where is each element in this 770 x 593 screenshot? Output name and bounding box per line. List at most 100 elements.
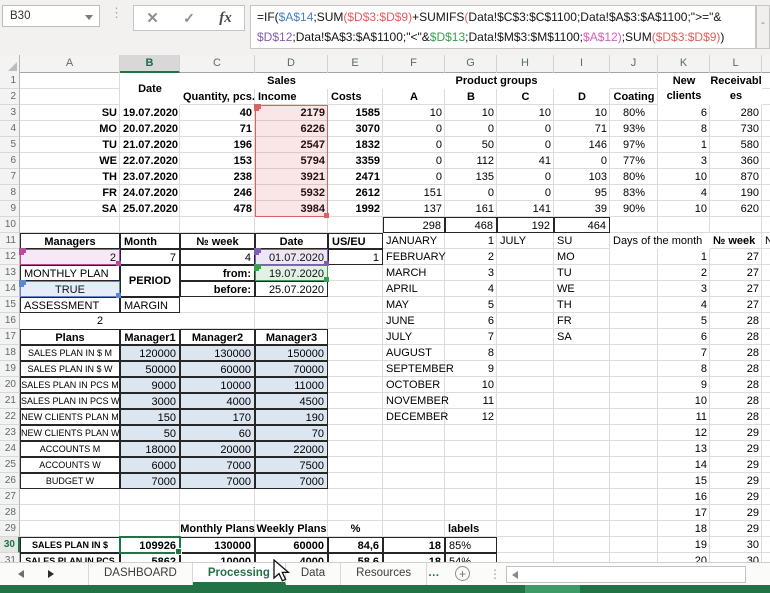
column-header-C[interactable]: C <box>180 55 255 73</box>
cell-L27[interactable]: 29 <box>710 489 762 505</box>
cell-A31[interactable]: SALES PLAN IN PCS <box>20 553 120 562</box>
cell-C12[interactable]: 4 <box>180 249 255 265</box>
cell-A8[interactable]: FR <box>20 185 120 201</box>
cell-J9[interactable]: 90% <box>610 201 658 217</box>
cell-L5[interactable]: 580 <box>710 137 762 153</box>
cell-E4[interactable]: 3070 <box>328 121 383 137</box>
tab-resources[interactable]: Resources <box>341 563 427 585</box>
cell-J2[interactable]: Coating <box>610 89 658 105</box>
cell-H8[interactable]: 0 <box>497 185 554 201</box>
cell-B18[interactable]: 120000 <box>120 345 180 361</box>
row-header-5[interactable]: 5 <box>0 137 20 153</box>
insert-function-icon[interactable]: fx <box>219 10 232 27</box>
cell-C1[interactable]: Sales <box>180 73 383 89</box>
cell-I6[interactable]: 0 <box>554 153 610 169</box>
row-header-23[interactable]: 23 <box>0 425 20 441</box>
cell-I8[interactable]: 95 <box>554 185 610 201</box>
cell-D17[interactable]: Manager3 <box>255 329 328 345</box>
cell-M11[interactable]: N <box>762 233 770 249</box>
more-sheets-label[interactable]: … <box>428 563 441 584</box>
cell-C24[interactable]: 20000 <box>180 441 255 457</box>
cell-B22[interactable]: 150 <box>120 409 180 425</box>
cell-C8[interactable]: 246 <box>180 185 255 201</box>
formula-bar-collapse-button[interactable]: ⌃ <box>756 5 770 49</box>
column-header-L[interactable]: L <box>710 55 762 73</box>
column-header-A[interactable]: A <box>20 55 120 73</box>
cell-C29[interactable]: Monthly Plans <box>180 521 255 537</box>
cell-B1[interactable]: Date <box>120 73 180 105</box>
cell-E9[interactable]: 1992 <box>328 201 383 217</box>
cell-B5[interactable]: 21.07.2020 <box>120 137 180 153</box>
cell-H3[interactable]: 10 <box>497 105 554 121</box>
name-box-dropdown-icon[interactable] <box>85 15 93 20</box>
cell-I14[interactable]: WE <box>554 281 610 297</box>
sheet-grid[interactable]: ABCDEFGHIJKLM123456789101112131415161718… <box>0 55 770 562</box>
cell-L9[interactable]: 620 <box>710 201 762 217</box>
cell-G22[interactable]: 12 <box>445 409 497 425</box>
cell-G10[interactable]: 468 <box>445 217 497 233</box>
cell-C9[interactable]: 478 <box>180 201 255 217</box>
cell-E2[interactable]: Costs <box>328 89 383 105</box>
cell-C7[interactable]: 238 <box>180 169 255 185</box>
row-header-19[interactable]: 19 <box>0 361 20 377</box>
cancel-icon[interactable]: ✕ <box>146 11 159 26</box>
cell-C31[interactable]: 10000 <box>180 553 255 562</box>
cell-A20[interactable]: SALES PLAN IN PCS M <box>20 377 120 393</box>
cell-K24[interactable]: 13 <box>658 441 710 457</box>
row-header-12[interactable]: 12 <box>0 249 20 265</box>
horizontal-scrollbar[interactable] <box>506 566 746 583</box>
cell-L19[interactable]: 28 <box>710 361 762 377</box>
cell-B7[interactable]: 23.07.2020 <box>120 169 180 185</box>
cell-C26[interactable]: 7000 <box>180 473 255 489</box>
cell-L17[interactable]: 28 <box>710 329 762 345</box>
cell-C23[interactable]: 60 <box>180 425 255 441</box>
cell-D2[interactable]: Income <box>255 89 328 105</box>
cell-L29[interactable]: 29 <box>710 521 762 537</box>
cell-G29[interactable]: labels <box>445 521 497 537</box>
cell-C6[interactable]: 153 <box>180 153 255 169</box>
cell-A22[interactable]: NEW CLIENTS PLAN M <box>20 409 120 425</box>
select-all-corner[interactable] <box>0 55 20 73</box>
cell-L28[interactable]: 29 <box>710 505 762 521</box>
row-header-18[interactable]: 18 <box>0 345 20 361</box>
cell-F21[interactable]: NOVEMBER <box>383 393 445 409</box>
cell-F15[interactable]: MAY <box>383 297 445 313</box>
cell-B4[interactable]: 20.07.2020 <box>120 121 180 137</box>
cell-G19[interactable]: 9 <box>445 361 497 377</box>
cell-D24[interactable]: 22000 <box>255 441 328 457</box>
column-header-I[interactable]: I <box>554 55 610 73</box>
row-header-20[interactable]: 20 <box>0 377 20 393</box>
cell-C25[interactable]: 7000 <box>180 457 255 473</box>
cell-G21[interactable]: 11 <box>445 393 497 409</box>
cell-F3[interactable]: 10 <box>383 105 445 121</box>
column-header-G[interactable]: G <box>445 55 497 73</box>
column-header-H[interactable]: H <box>497 55 554 73</box>
cell-F4[interactable]: 0 <box>383 121 445 137</box>
tab-dashboard[interactable]: DASHBOARD <box>88 563 193 585</box>
cell-J11[interactable]: Days of the month <box>610 233 710 249</box>
cell-L30[interactable]: 30 <box>710 537 762 553</box>
cell-D22[interactable]: 190 <box>255 409 328 425</box>
cell-C18[interactable]: 130000 <box>180 345 255 361</box>
cell-C21[interactable]: 4000 <box>180 393 255 409</box>
row-header-11[interactable]: 11 <box>0 233 20 249</box>
add-sheet-button[interactable]: + <box>455 566 470 581</box>
cell-E3[interactable]: 1585 <box>328 105 383 121</box>
cell-D26[interactable]: 7000 <box>255 473 328 489</box>
cell-K8[interactable]: 4 <box>658 185 710 201</box>
cell-K26[interactable]: 15 <box>658 473 710 489</box>
row-header-14[interactable]: 14 <box>0 281 20 297</box>
cell-B15[interactable]: MARGIN <box>120 297 180 313</box>
column-header-M[interactable]: M <box>762 55 770 73</box>
column-header-K[interactable]: K <box>658 55 710 73</box>
cell-F16[interactable]: JUNE <box>383 313 445 329</box>
cell-K16[interactable]: 5 <box>658 313 710 329</box>
cell-E11[interactable]: US/EU <box>328 233 383 249</box>
cell-C30[interactable]: 130000 <box>180 537 255 553</box>
row-header-29[interactable]: 29 <box>0 521 20 537</box>
cell-B3[interactable]: 19.07.2020 <box>120 105 180 121</box>
row-header-28[interactable]: 28 <box>0 505 20 521</box>
row-header-17[interactable]: 17 <box>0 329 20 345</box>
cell-I13[interactable]: TU <box>554 265 610 281</box>
cell-G12[interactable]: 2 <box>445 249 497 265</box>
